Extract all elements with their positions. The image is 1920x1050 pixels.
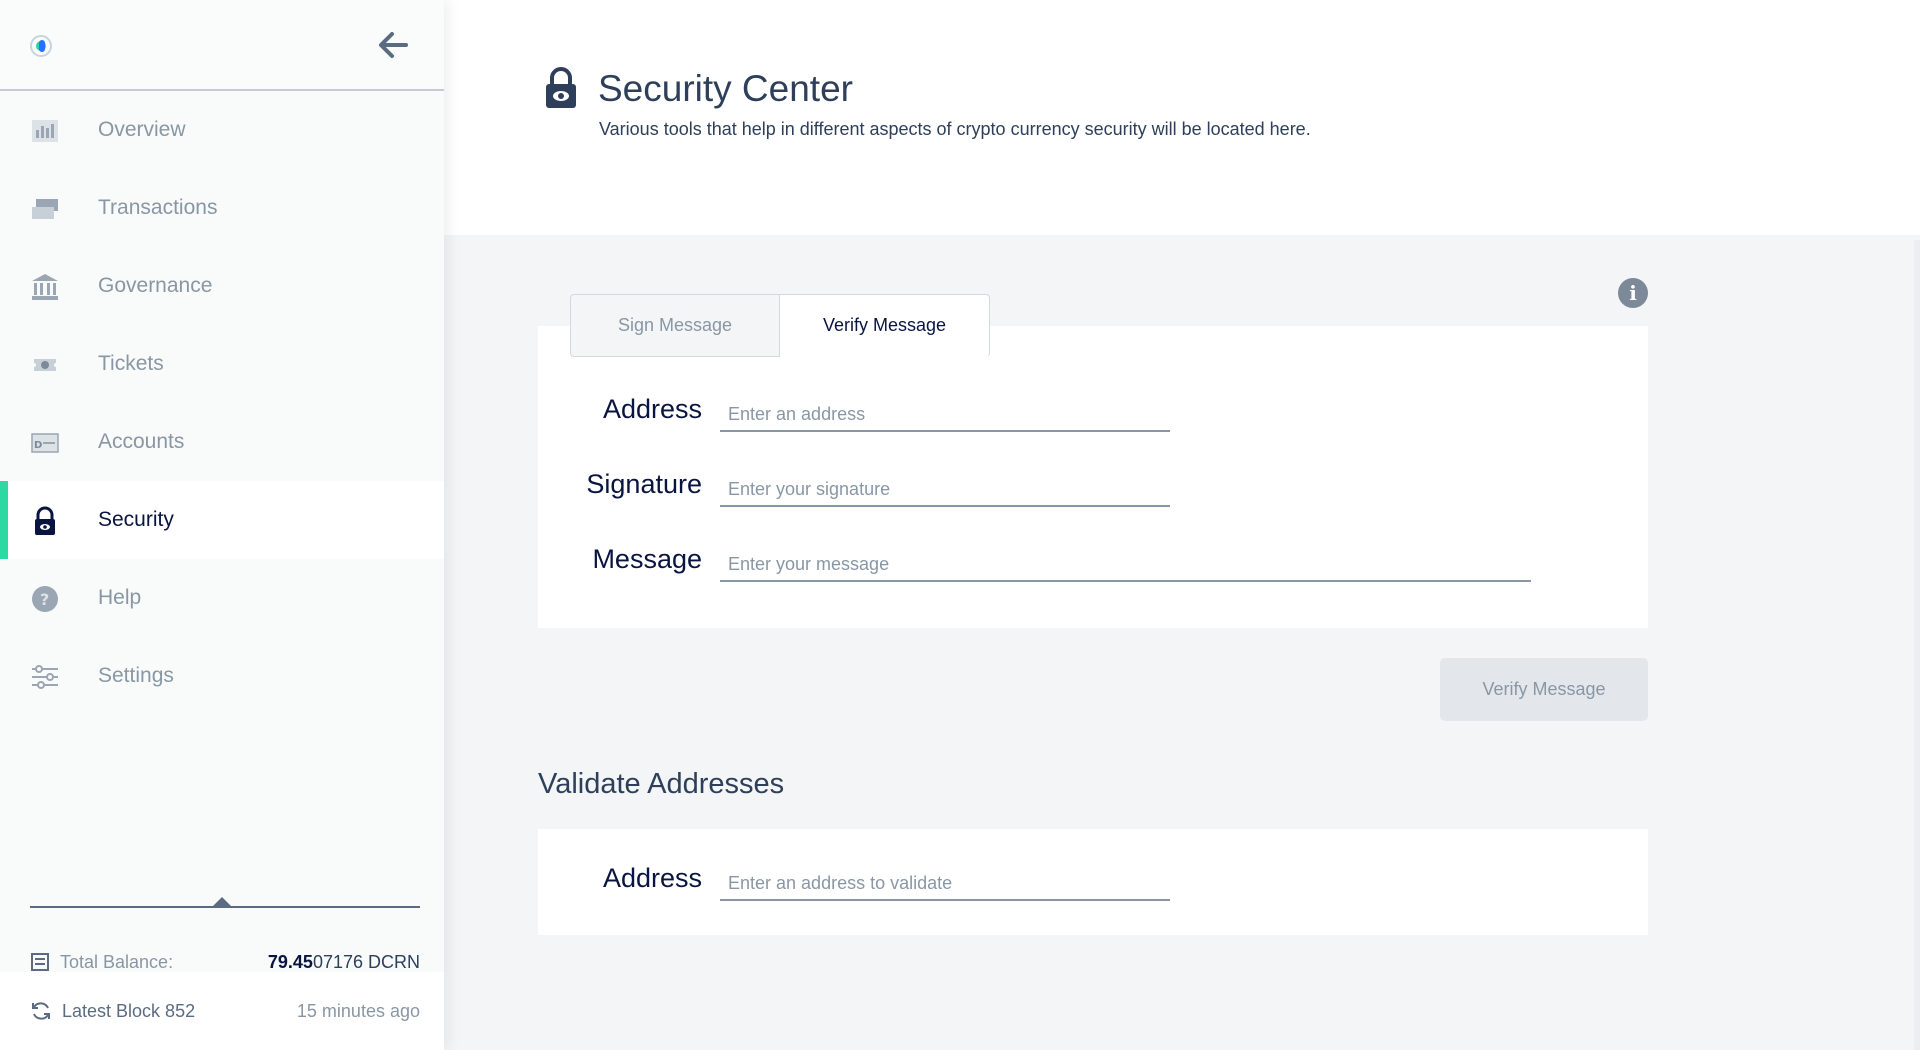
sidebar-item-label: Help [98,586,142,609]
page-subtitle: Various tools that help in different asp… [599,119,1311,139]
page-title: Security Center [598,68,853,109]
validate-address-input[interactable] [720,863,1170,901]
signature-row: Signature [538,465,1648,509]
sidebar-item-security[interactable]: Security [0,481,444,559]
validate-address-label: Address [602,863,702,893]
sidebar-item-governance[interactable]: Governance [0,247,444,325]
sidebar-nav: Overview Transactions Governance Tickets… [0,91,444,715]
sidebar-item-overview[interactable]: Overview [0,91,444,169]
lock-icon [546,67,576,108]
balance-rest: 07176 DCRN [312,951,420,972]
scrollbar[interactable] [1914,240,1920,1050]
sidebar-item-label: Governance [98,274,213,297]
sidebar-item-transactions[interactable]: Transactions [0,169,444,247]
arrow-left-icon [379,32,408,58]
lock-icon [30,506,60,536]
info-icon[interactable]: i [1618,278,1648,308]
collapse-sidebar-button[interactable] [374,26,412,64]
address-label: Address [602,394,702,424]
validate-address-card: Address [538,829,1648,935]
wallet-icon [31,953,49,971]
message-label: Message [592,544,702,574]
security-tabs: Sign Message Verify Message [570,294,990,357]
sidebar-item-label: Overview [98,118,186,141]
verify-message-button[interactable]: Verify Message [1440,658,1648,721]
sidebar-item-help[interactable]: ? Help [0,559,444,637]
sidebar-item-label: Settings [98,664,174,687]
sidebar-item-label: Accounts [98,430,185,453]
latest-block: Latest Block 852 15 minutes ago [0,972,444,1050]
message-input[interactable] [720,544,1531,582]
sidebar-item-settings[interactable]: Settings [0,637,444,715]
tab-sign-message[interactable]: Sign Message [570,294,780,357]
main-content: Security Center Various tools that help … [444,0,1920,1050]
balance-value: 79.4507176 DCRN [268,952,420,973]
footer-divider[interactable] [30,897,420,908]
sidebar: Overview Transactions Governance Tickets… [0,0,444,1050]
verify-message-card: Address Signature Message [538,326,1648,628]
help-icon: ? [30,584,60,614]
sidebar-item-tickets[interactable]: Tickets [0,325,444,403]
app-logo-icon[interactable] [30,35,52,57]
tickets-icon [30,350,60,380]
refresh-icon[interactable] [30,1000,52,1022]
settings-icon [30,662,60,692]
message-row: Message [538,540,1648,584]
sidebar-item-label: Security [98,508,174,531]
signature-label: Signature [586,469,702,499]
signature-input[interactable] [720,469,1170,507]
address-input[interactable] [720,394,1170,432]
latest-block-label: Latest Block 852 [62,1000,196,1021]
latest-block-time: 15 minutes ago [296,1000,420,1021]
accounts-icon: D [30,428,60,458]
tab-verify-message[interactable]: Verify Message [780,294,990,357]
page-header: Security Center Various tools that help … [444,0,1920,235]
balance-main: 79.45 [267,951,313,972]
sidebar-item-label: Tickets [98,352,164,375]
svg-text:?: ? [40,590,49,609]
sidebar-header [0,0,444,91]
validate-addresses-title: Validate Addresses [538,768,785,800]
overview-icon [30,116,60,146]
sidebar-item-accounts[interactable]: D Accounts [0,403,444,481]
svg-text:D: D [34,440,42,451]
validate-address-row: Address [538,859,1648,903]
sidebar-item-label: Transactions [98,196,218,219]
address-row: Address [538,390,1648,434]
balance-label: Total Balance: [60,951,174,972]
governance-icon [30,272,60,302]
transactions-icon [30,194,60,224]
